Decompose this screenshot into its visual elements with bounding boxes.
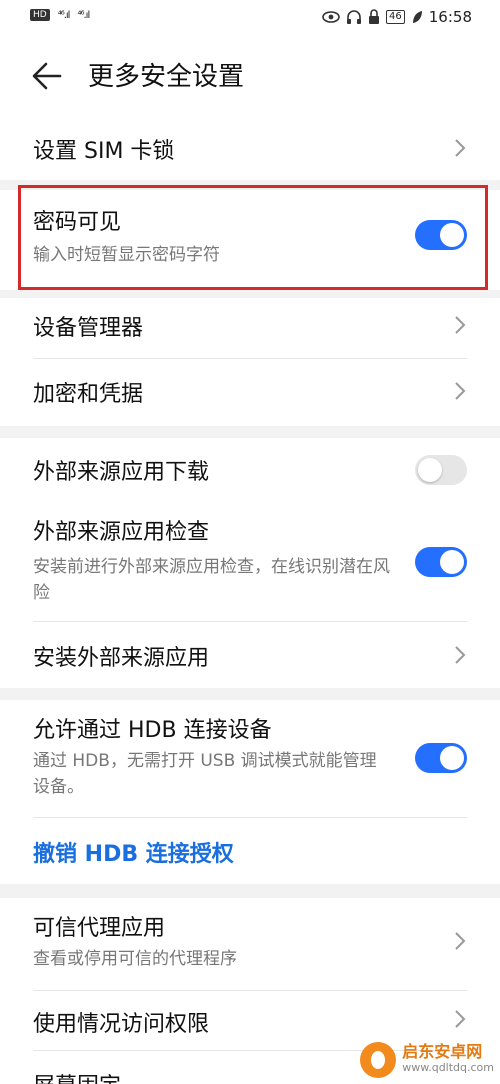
- chevron-right-icon: [455, 316, 466, 334]
- external-check-item[interactable]: 外部来源应用检查 安装前进行外部来源应用检查，在线识别潜在风险: [0, 504, 500, 618]
- hdb-connect-item[interactable]: 允许通过 HDB 连接设备 通过 HDB，无需打开 USB 调试模式就能管理设备…: [0, 700, 500, 816]
- external-download-item[interactable]: 外部来源应用下载: [0, 438, 500, 502]
- page-title: 更多安全设置: [88, 62, 245, 92]
- toggle-knob: [418, 458, 442, 482]
- revoke-hdb-link[interactable]: 撤销 HDB 连接授权: [33, 836, 234, 868]
- watermark-name: 启东安卓网: [402, 1042, 483, 1061]
- chevron-right-icon: [455, 932, 466, 950]
- trust-agents-item[interactable]: 可信代理应用 查看或停用可信的代理程序: [0, 898, 500, 990]
- toggle-knob: [440, 550, 464, 574]
- watermark: 启东安卓网 www.qdltdq.com: [360, 1042, 494, 1078]
- toggle-knob: [440, 746, 464, 770]
- divider: [33, 817, 467, 818]
- section-gap: [0, 426, 500, 438]
- chevron-right-icon: [455, 1010, 466, 1028]
- watermark-logo-icon: [360, 1042, 397, 1078]
- device-manager-label: 设备管理器: [33, 316, 144, 341]
- headphones-icon: [347, 10, 362, 24]
- chevron-right-icon: [455, 382, 466, 400]
- sim-lock-item[interactable]: 设置 SIM 卡锁: [0, 118, 500, 178]
- trust-agents-subtitle: 查看或停用可信的代理程序: [33, 949, 237, 969]
- external-check-subtitle: 安装前进行外部来源应用检查，在线识别潜在风险: [33, 557, 390, 603]
- section-gap: [0, 884, 500, 898]
- clock: 16:58: [428, 8, 472, 26]
- external-check-toggle[interactable]: [415, 547, 467, 577]
- hd-badge: HD: [30, 9, 50, 21]
- back-arrow-icon[interactable]: [30, 60, 66, 92]
- external-download-toggle[interactable]: [415, 455, 467, 485]
- signal-icon: ⁴⁶.ıl: [57, 9, 71, 21]
- hdb-connect-toggle[interactable]: [415, 743, 467, 773]
- divider: [33, 990, 467, 991]
- hdb-connect-title: 允许通过 HDB 连接设备: [33, 718, 272, 743]
- chevron-right-icon: [455, 139, 466, 157]
- usage-access-label: 使用情况访问权限: [33, 1012, 210, 1037]
- external-download-label: 外部来源应用下载: [33, 460, 210, 485]
- lock-icon: [369, 9, 380, 24]
- install-external-item[interactable]: 安装外部来源应用: [0, 622, 500, 686]
- watermark-url: www.qdltdq.com: [402, 1061, 494, 1074]
- encryption-label: 加密和凭据: [33, 382, 144, 407]
- external-check-title: 外部来源应用检查: [33, 520, 210, 545]
- highlight-box: [18, 185, 488, 290]
- screen-pinning-label: 屏幕固定: [33, 1068, 121, 1084]
- eye-icon: [322, 11, 340, 23]
- hdb-connect-subtitle: 通过 HDB，无需打开 USB 调试模式就能管理设备。: [33, 751, 377, 797]
- battery-icon: 46: [386, 10, 405, 24]
- sim-lock-label: 设置 SIM 卡锁: [33, 139, 175, 164]
- encryption-item[interactable]: 加密和凭据: [0, 360, 500, 424]
- app-bar: 更多安全设置: [0, 46, 500, 106]
- status-bar: HD ⁴⁶.ıl ⁴⁶.ıl 46 16:58: [0, 0, 500, 36]
- section-gap: [0, 290, 500, 298]
- section-gap: [0, 688, 500, 700]
- install-external-label: 安装外部来源应用: [33, 646, 210, 671]
- leaf-icon: [412, 11, 422, 23]
- trust-agents-title: 可信代理应用: [33, 916, 166, 941]
- device-manager-item[interactable]: 设备管理器: [0, 298, 500, 358]
- chevron-right-icon: [455, 646, 466, 664]
- divider: [33, 358, 467, 359]
- signal-icon: ⁴⁶.ıl: [77, 9, 90, 21]
